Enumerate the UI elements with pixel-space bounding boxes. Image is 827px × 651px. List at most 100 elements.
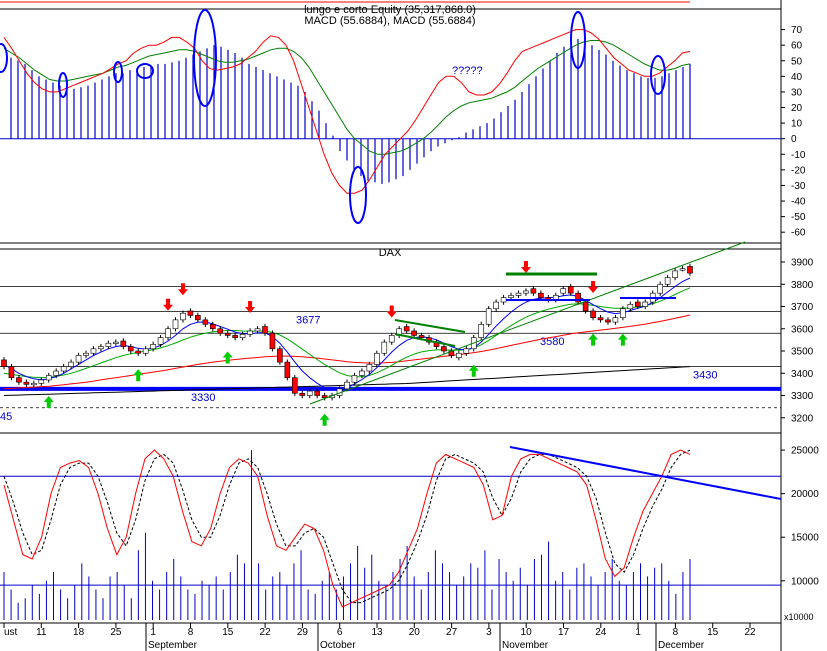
y-tick-label: 3400 bbox=[791, 369, 814, 380]
candle-body bbox=[403, 326, 410, 332]
candle-body bbox=[284, 361, 291, 379]
candle-body bbox=[523, 290, 529, 294]
y-tick-label: 3200 bbox=[791, 413, 814, 424]
candle-body bbox=[209, 324, 216, 330]
macd-title-2: MACD (55.6884), MACD (55.6884) bbox=[304, 15, 475, 27]
candle-body bbox=[247, 330, 253, 335]
candle-body bbox=[381, 341, 388, 354]
candle-body bbox=[45, 375, 52, 381]
candle-body bbox=[374, 352, 380, 365]
candle-body bbox=[1, 359, 7, 367]
candle-body bbox=[306, 390, 313, 396]
y-tick-label: 3300 bbox=[791, 391, 814, 402]
x-tick-label: 1 bbox=[150, 627, 156, 638]
candle-body bbox=[679, 268, 686, 271]
y-tick-label: -30 bbox=[791, 181, 806, 192]
candle-body bbox=[254, 328, 261, 332]
candle-body bbox=[627, 303, 634, 310]
x-tick-label: 22 bbox=[744, 627, 756, 638]
x-tick-label: 3 bbox=[486, 627, 492, 638]
candle-body bbox=[388, 335, 395, 343]
x-tick-label: 17 bbox=[558, 627, 570, 638]
candle-body bbox=[16, 377, 22, 383]
candle-body bbox=[292, 377, 298, 394]
chart-root: lungo e corto Equity (35,317,868.0) MACD… bbox=[0, 0, 827, 651]
candle-body bbox=[38, 379, 45, 384]
candle-body bbox=[418, 335, 425, 338]
candle-body bbox=[83, 352, 89, 356]
y-tick-label: 60 bbox=[791, 41, 803, 52]
candle-body bbox=[262, 326, 268, 334]
x-tick-label: 8 bbox=[188, 627, 194, 638]
candle-body bbox=[127, 346, 134, 352]
month-label: November bbox=[502, 640, 549, 651]
candle-body bbox=[538, 292, 544, 298]
candle-body bbox=[53, 370, 59, 376]
unit-label: x10000 bbox=[784, 612, 814, 622]
y-tick-label: -10 bbox=[791, 150, 806, 161]
price-level-label: 3330 bbox=[191, 392, 215, 404]
candle-body bbox=[441, 346, 447, 352]
candle-body bbox=[90, 348, 97, 354]
candle-body bbox=[351, 375, 358, 383]
candle-body bbox=[493, 301, 499, 310]
y-tick-label: 0 bbox=[791, 134, 797, 145]
price-level-label: 45 bbox=[0, 411, 12, 423]
y-tick-label: 20 bbox=[791, 103, 803, 114]
y-tick-label: 30 bbox=[791, 87, 803, 98]
x-tick-label: 15 bbox=[707, 627, 719, 638]
y-tick-label: 25000 bbox=[791, 446, 819, 457]
y-tick-label: 70 bbox=[791, 25, 803, 36]
candle-body bbox=[68, 361, 74, 367]
candle-body bbox=[195, 315, 201, 321]
macd-annotation: ????? bbox=[452, 65, 483, 77]
candle-body bbox=[142, 348, 149, 354]
y-tick-label: 3700 bbox=[791, 302, 814, 313]
y-tick-label: 3900 bbox=[791, 258, 814, 269]
price-level-label: 3677 bbox=[296, 315, 320, 327]
candle-body bbox=[269, 332, 276, 350]
candle-body bbox=[515, 292, 522, 296]
candle-body bbox=[590, 310, 596, 318]
candle-body bbox=[299, 392, 306, 396]
x-tick-label: 8 bbox=[673, 627, 679, 638]
candle-body bbox=[180, 312, 186, 321]
candle-body bbox=[344, 381, 350, 390]
x-tick-label: 20 bbox=[409, 627, 421, 638]
candle-body bbox=[687, 266, 693, 274]
candle-body bbox=[664, 277, 671, 285]
candle-body bbox=[485, 308, 492, 325]
candle-body bbox=[463, 348, 470, 354]
candle-body bbox=[478, 324, 485, 338]
x-tick-label: 1 bbox=[635, 627, 641, 638]
candle-body bbox=[202, 319, 209, 325]
x-tick-label: 29 bbox=[297, 627, 309, 638]
candle-body bbox=[672, 270, 678, 278]
chart-svg: lungo e corto Equity (35,317,868.0) MACD… bbox=[0, 0, 827, 651]
candle-body bbox=[120, 340, 127, 347]
y-tick-label: 3500 bbox=[791, 347, 814, 358]
candle-body bbox=[113, 341, 119, 344]
candle-body bbox=[8, 366, 15, 379]
candle-body bbox=[150, 344, 156, 350]
candle-body bbox=[60, 366, 67, 372]
x-tick-label: ust bbox=[4, 627, 18, 638]
candle-body bbox=[612, 317, 619, 323]
y-tick-label: -40 bbox=[791, 197, 806, 208]
candle-body bbox=[500, 297, 507, 303]
y-tick-label: -60 bbox=[791, 228, 806, 239]
candle-body bbox=[530, 288, 537, 294]
candle-body bbox=[605, 319, 611, 323]
month-label: September bbox=[148, 640, 198, 651]
candle-body bbox=[635, 301, 641, 307]
candle-body bbox=[642, 301, 649, 307]
candle-body bbox=[187, 310, 194, 316]
x-tick-label: 10 bbox=[521, 627, 533, 638]
candle-body bbox=[366, 364, 373, 372]
candle-body bbox=[411, 330, 417, 336]
candle-body bbox=[23, 381, 30, 385]
x-tick-label: 24 bbox=[595, 627, 607, 638]
candle-body bbox=[620, 308, 626, 318]
x-tick-label: 27 bbox=[446, 627, 458, 638]
candle-body bbox=[508, 295, 514, 298]
